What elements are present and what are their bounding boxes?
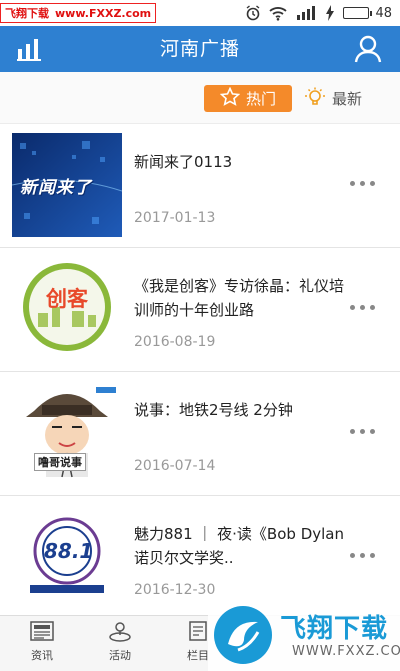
watermark-title: 飞翔下载 xyxy=(280,614,389,644)
alarm-icon xyxy=(245,5,261,21)
watermark-url: www.FXXZ.com xyxy=(55,6,152,20)
program-date: 2017-01-13 xyxy=(134,210,216,226)
sort-bar: 热门 最新 xyxy=(0,72,400,124)
program-thumbnail: 噜哥说事 xyxy=(12,381,122,485)
battery-indicator: 48 xyxy=(343,6,392,21)
nav-item-news[interactable]: 资讯 xyxy=(12,620,72,668)
charging-icon xyxy=(325,5,335,21)
program-date: 2016-07-14 xyxy=(134,458,216,474)
corner-watermark: 飞翔下载 WWW.FXXZ.COM xyxy=(208,600,400,671)
watermark-banner: 飞翔下载 www.FXXZ.com xyxy=(0,3,157,23)
more-icon[interactable] xyxy=(350,178,380,188)
program-title: 魅力881 ｜ 夜·读《Bob Dylan 诺贝尔文学奖.. xyxy=(134,525,344,567)
status-bar: 飞翔下载 www.FXXZ.com 48 xyxy=(0,0,400,26)
activity-icon xyxy=(107,620,133,645)
program-title: 说事：地铁2号线 2分钟 xyxy=(134,401,293,419)
nav-item-activity[interactable]: 活动 xyxy=(90,620,150,668)
thumbnail-text: 创客 xyxy=(46,287,88,311)
thumbnail-text: 新闻来了 xyxy=(20,178,92,198)
watermark-url: WWW.FXXZ.COM xyxy=(292,644,400,659)
program-thumbnail: 创客 xyxy=(12,257,122,361)
program-date: 2016-08-19 xyxy=(134,334,216,350)
program-title: 新闻来了0113 xyxy=(134,153,233,171)
nav-label: 资讯 xyxy=(31,649,53,662)
list-item[interactable]: 创客 《我是创客》专访徐晶：礼仪培训师的十年创业路 2016-08-19 xyxy=(0,248,400,372)
status-icons: 48 xyxy=(245,4,392,22)
hot-sort-button[interactable]: 热门 xyxy=(204,85,292,112)
program-thumbnail: 88.1 xyxy=(12,505,122,609)
program-date: 2016-12-30 xyxy=(134,582,216,598)
list-item[interactable]: 新闻来了 新闻来了0113 2017-01-13 xyxy=(0,124,400,248)
more-icon[interactable] xyxy=(350,302,380,312)
news-icon xyxy=(29,620,55,645)
page-title: 河南广播 xyxy=(159,38,240,60)
lightbulb-icon xyxy=(304,86,326,112)
signal-icon xyxy=(295,5,317,21)
nav-label: 活动 xyxy=(109,649,131,662)
battery-level: 48 xyxy=(375,5,392,21)
hot-sort-label: 热门 xyxy=(245,90,276,108)
latest-sort-button[interactable]: 最新 xyxy=(304,85,362,112)
wifi-icon xyxy=(269,5,288,21)
watermark-logo-icon xyxy=(214,606,272,664)
thumbnail-text: 噜哥说事 xyxy=(34,453,86,471)
app-bar: 河南广播 xyxy=(0,26,400,72)
star-icon xyxy=(219,86,241,111)
thumbnail-text: 88.1 xyxy=(44,539,94,563)
program-title: 《我是创客》专访徐晶：礼仪培训师的十年创业路 xyxy=(134,277,345,319)
battery-tip xyxy=(370,10,373,16)
program-list: 新闻来了 新闻来了0113 2017-01-13 创客 《我是创客》专访徐晶：礼… xyxy=(0,124,400,620)
user-icon[interactable] xyxy=(354,34,382,64)
more-icon[interactable] xyxy=(350,550,380,560)
list-item[interactable]: 噜哥说事 说事：地铁2号线 2分钟 2016-07-14 xyxy=(0,372,400,496)
watermark-name: 飞翔下载 xyxy=(5,7,49,20)
battery-icon xyxy=(343,7,370,19)
program-thumbnail: 新闻来了 xyxy=(12,133,122,237)
latest-sort-label: 最新 xyxy=(332,90,363,108)
more-icon[interactable] xyxy=(350,426,380,436)
nav-label: 栏目 xyxy=(187,649,209,662)
